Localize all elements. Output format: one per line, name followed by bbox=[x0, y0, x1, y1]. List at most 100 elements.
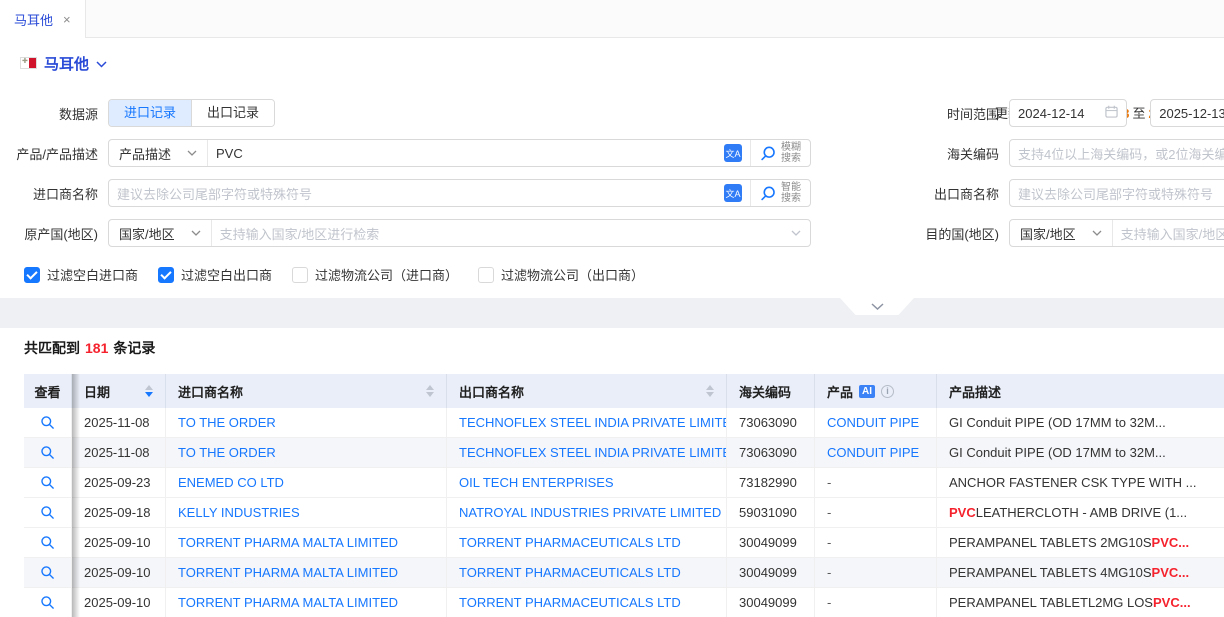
match-count-line: 共匹配到181条记录 bbox=[24, 338, 1224, 358]
view-button[interactable] bbox=[24, 558, 72, 587]
tab-malta[interactable]: 马耳他 × bbox=[0, 0, 86, 38]
importer-cell: TO THE ORDER bbox=[166, 438, 447, 467]
importer-link[interactable]: TORRENT PHARMA MALTA LIMITED bbox=[178, 565, 398, 580]
description-cell: PERAMPANEL TABLETS 4MG10S PVC... bbox=[937, 558, 1224, 587]
exporter-cell: TORRENT PHARMACEUTICALS LTD bbox=[447, 588, 727, 617]
sort-control[interactable] bbox=[145, 385, 153, 397]
sort-desc-icon[interactable] bbox=[145, 392, 153, 397]
product-empty: - bbox=[827, 505, 831, 520]
collapse-band bbox=[0, 298, 1224, 328]
exporter-cell: TECHNOFLEX STEEL INDIA PRIVATE LIMITED bbox=[447, 408, 727, 437]
description-cell: PVC LEATHERCLOTH - AMB DRIVE (1... bbox=[937, 498, 1224, 527]
importer-cell: TO THE ORDER bbox=[166, 408, 447, 437]
exporter-link[interactable]: OIL TECH ENTERPRISES bbox=[459, 475, 614, 490]
hs-code-cell: 73063090 bbox=[727, 408, 815, 437]
close-icon[interactable]: × bbox=[63, 12, 71, 27]
date-cell: 2025-09-10 bbox=[72, 558, 166, 587]
origin-country-type-select[interactable]: 国家/地区 bbox=[109, 220, 212, 246]
checkbox-icon[interactable] bbox=[24, 267, 40, 283]
importer-input[interactable]: 建议去除公司尾部字符或特殊符号 文A bbox=[109, 180, 750, 206]
view-button[interactable] bbox=[24, 498, 72, 527]
translate-icon[interactable]: 文A bbox=[724, 144, 742, 162]
search-icon bbox=[760, 145, 777, 162]
view-button[interactable] bbox=[24, 588, 72, 617]
checkbox-filter-blank-exporter[interactable]: 过滤空白出口商 bbox=[158, 265, 272, 284]
column-header-1[interactable]: 日期 bbox=[72, 374, 166, 408]
translate-icon[interactable]: 文A bbox=[724, 184, 742, 202]
sort-control[interactable] bbox=[426, 385, 434, 397]
importer-link[interactable]: TORRENT PHARMA MALTA LIMITED bbox=[178, 595, 398, 610]
data-source-segment: 进口记录 出口记录 bbox=[108, 99, 275, 127]
sort-asc-icon[interactable] bbox=[706, 385, 714, 390]
chevron-down-icon[interactable] bbox=[96, 56, 107, 71]
view-button[interactable] bbox=[24, 468, 72, 497]
fuzzy-search-button[interactable]: 模糊搜索 bbox=[750, 140, 810, 166]
view-button[interactable] bbox=[24, 408, 72, 437]
product-cell: CONDUIT PIPE bbox=[815, 438, 937, 467]
exporter-link[interactable]: TECHNOFLEX STEEL INDIA PRIVATE LIMITED bbox=[459, 445, 727, 460]
sort-asc-icon[interactable] bbox=[426, 385, 434, 390]
product-link[interactable]: CONDUIT PIPE bbox=[827, 415, 919, 430]
column-header-3[interactable]: 出口商名称 bbox=[447, 374, 727, 408]
column-header-2[interactable]: 进口商名称 bbox=[166, 374, 447, 408]
hs-code-input[interactable]: 支持4位以上海关编码，或2位海关编码加… bbox=[1009, 139, 1224, 167]
date-from-input[interactable]: 2024-12-14 bbox=[1009, 99, 1127, 127]
importer-link[interactable]: KELLY INDUSTRIES bbox=[178, 505, 300, 520]
info-icon[interactable]: i bbox=[881, 385, 894, 398]
hs-code-cell: 73063090 bbox=[727, 438, 815, 467]
checkbox-icon[interactable] bbox=[292, 267, 308, 283]
exporter-link[interactable]: TECHNOFLEX STEEL INDIA PRIVATE LIMITED bbox=[459, 415, 727, 430]
dest-country-type-select[interactable]: 国家/地区 bbox=[1010, 220, 1113, 246]
sort-control[interactable] bbox=[706, 385, 714, 397]
collapse-filters-button[interactable] bbox=[840, 298, 914, 315]
importer-link[interactable]: TORRENT PHARMA MALTA LIMITED bbox=[178, 535, 398, 550]
page: 马耳他 × ✚ 马耳他 更新范围：2013-01-03至2025-12-13 数… bbox=[0, 0, 1224, 617]
importer-link[interactable]: ENEMED CO LTD bbox=[178, 475, 284, 490]
dest-country-input[interactable]: 支持输入国家/地区进行检索 bbox=[1113, 220, 1224, 246]
table-row: 2025-09-10 TORRENT PHARMA MALTA LIMITED TO… bbox=[24, 528, 1224, 558]
date-to-input[interactable]: 2025-12-13 bbox=[1150, 99, 1224, 127]
exporter-link[interactable]: TORRENT PHARMACEUTICALS LTD bbox=[459, 565, 681, 580]
tab-export-records[interactable]: 出口记录 bbox=[191, 100, 274, 126]
sort-asc-icon[interactable] bbox=[145, 385, 153, 390]
importer-link[interactable]: TO THE ORDER bbox=[178, 445, 276, 460]
exporter-link[interactable]: NATROYAL INDUSTRIES PRIVATE LIMITED bbox=[459, 505, 721, 520]
column-label: 进口商名称 bbox=[178, 382, 243, 401]
importer-link[interactable]: TO THE ORDER bbox=[178, 415, 276, 430]
view-search-icon bbox=[40, 535, 55, 550]
product-link[interactable]: CONDUIT PIPE bbox=[827, 445, 919, 460]
checkbox-filter-logistics-importer[interactable]: 过滤物流公司（进口商） bbox=[292, 265, 458, 284]
sort-desc-icon[interactable] bbox=[426, 392, 434, 397]
checkbox-icon[interactable] bbox=[478, 267, 494, 283]
importer-label: 进口商名称 bbox=[0, 184, 98, 203]
column-label: 产品 bbox=[827, 382, 853, 401]
checkbox-filter-logistics-exporter[interactable]: 过滤物流公司（出口商） bbox=[478, 265, 644, 284]
results-section: 共匹配到181条记录 查看日期进口商名称出口商名称海关编码产品AIi产品描述 2… bbox=[0, 328, 1224, 617]
ai-badge: AI bbox=[859, 385, 875, 398]
search-icon bbox=[760, 185, 777, 202]
tab-import-records[interactable]: 进口记录 bbox=[109, 100, 191, 126]
exporter-link[interactable]: TORRENT PHARMACEUTICALS LTD bbox=[459, 595, 681, 610]
smart-search-button[interactable]: 智能搜索 bbox=[750, 180, 810, 206]
origin-country-input[interactable]: 支持输入国家/地区进行检索 bbox=[212, 220, 791, 246]
exporter-input[interactable]: 建议去除公司尾部字符或特殊符号 bbox=[1009, 179, 1224, 207]
importer-cell: ENEMED CO LTD bbox=[166, 468, 447, 497]
view-button[interactable] bbox=[24, 528, 72, 557]
exporter-link[interactable]: TORRENT PHARMACEUTICALS LTD bbox=[459, 535, 681, 550]
sort-desc-icon[interactable] bbox=[706, 392, 714, 397]
date-cell: 2025-09-10 bbox=[72, 528, 166, 557]
product-empty: - bbox=[827, 595, 831, 610]
keyword-highlight: PVC... bbox=[1152, 565, 1190, 580]
country-header[interactable]: ✚ 马耳他 bbox=[20, 52, 1224, 74]
date-cell: 2025-11-08 bbox=[72, 408, 166, 437]
checkbox-icon[interactable] bbox=[158, 267, 174, 283]
checkbox-filter-blank-importer[interactable]: 过滤空白进口商 bbox=[24, 265, 138, 284]
date-cell: 2025-09-10 bbox=[72, 588, 166, 617]
product-search-input[interactable]: PVC 文A bbox=[208, 140, 750, 166]
table-row: 2025-09-10 TORRENT PHARMA MALTA LIMITED TO… bbox=[24, 558, 1224, 588]
view-button[interactable] bbox=[24, 438, 72, 467]
origin-country-group: 国家/地区 支持输入国家/地区进行检索 bbox=[108, 219, 811, 247]
column-label: 产品描述 bbox=[949, 382, 1001, 401]
table-row: 2025-11-08TO THE ORDERTECHNOFLEX STEEL I… bbox=[24, 438, 1224, 468]
product-type-select[interactable]: 产品描述 bbox=[109, 140, 208, 166]
